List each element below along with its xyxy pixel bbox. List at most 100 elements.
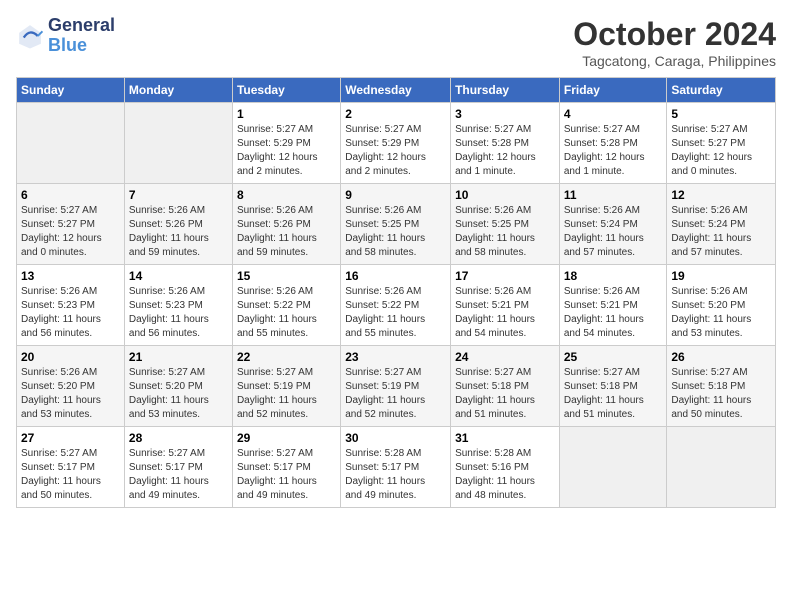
day-detail: Sunrise: 5:27 AMSunset: 5:29 PMDaylight:…: [345, 123, 446, 179]
day-number: 25: [564, 350, 663, 364]
day-number: 27: [21, 431, 120, 445]
day-detail: Sunrise: 5:26 AMSunset: 5:21 PMDaylight:…: [455, 285, 555, 341]
calendar-cell: 12Sunrise: 5:26 AMSunset: 5:24 PMDayligh…: [667, 184, 776, 265]
calendar-cell: 4 Sunrise: 5:27 AMSunset: 5:28 PMDaylight…: [559, 103, 667, 184]
calendar-week-5: 27 Sunrise: 5:27 AMSunset: 5:17 PMDayligh…: [17, 427, 776, 508]
location-subtitle: Tagcatong, Caraga, Philippines: [573, 53, 776, 69]
weekday-header-thursday: Thursday: [451, 78, 560, 103]
calendar-cell: 23 Sunrise: 5:27 AMSunset: 5:19 PMDayligh…: [341, 346, 451, 427]
day-detail: Sunrise: 5:26 AMSunset: 5:21 PMDaylight:…: [564, 285, 663, 341]
day-number: 11: [564, 188, 663, 202]
day-detail: Sunrise: 5:27 AMSunset: 5:29 PMDaylight:…: [237, 123, 336, 179]
day-detail: Sunrise: 5:27 AMSunset: 5:28 PMDaylight:…: [455, 123, 555, 179]
day-number: 16: [345, 269, 446, 283]
calendar-cell: 2 Sunrise: 5:27 AMSunset: 5:29 PMDaylight…: [341, 103, 451, 184]
weekday-header-row: SundayMondayTuesdayWednesdayThursdayFrid…: [17, 78, 776, 103]
day-number: 26: [671, 350, 771, 364]
day-detail: Sunrise: 5:27 AMSunset: 5:17 PMDaylight:…: [129, 447, 228, 503]
day-number: 13: [21, 269, 120, 283]
day-detail: Sunrise: 5:26 AMSunset: 5:24 PMDaylight:…: [671, 204, 771, 260]
calendar-cell: 28 Sunrise: 5:27 AMSunset: 5:17 PMDayligh…: [124, 427, 232, 508]
weekday-header-wednesday: Wednesday: [341, 78, 451, 103]
calendar-body: 1Sunrise: 5:27 AMSunset: 5:29 PMDaylight…: [17, 103, 776, 508]
day-number: 20: [21, 350, 120, 364]
title-block: October 2024 Tagcatong, Caraga, Philippi…: [573, 16, 776, 69]
day-detail: Sunrise: 5:27 AMSunset: 5:18 PMDaylight:…: [671, 366, 771, 422]
day-number: 22: [237, 350, 336, 364]
logo-line2: Blue: [48, 36, 115, 56]
day-detail: Sunrise: 5:28 AMSunset: 5:16 PMDaylight:…: [455, 447, 555, 503]
calendar-cell: 7 Sunrise: 5:26 AMSunset: 5:26 PMDaylight…: [124, 184, 232, 265]
calendar-week-4: 20 Sunrise: 5:26 AMSunset: 5:20 PMDayligh…: [17, 346, 776, 427]
day-number: 8: [237, 188, 336, 202]
calendar-cell: 6 Sunrise: 5:27 AMSunset: 5:27 PMDaylight…: [17, 184, 125, 265]
day-detail: Sunrise: 5:26 AMSunset: 5:23 PMDaylight:…: [129, 285, 228, 341]
calendar-cell: 27 Sunrise: 5:27 AMSunset: 5:17 PMDayligh…: [17, 427, 125, 508]
calendar-week-1: 1Sunrise: 5:27 AMSunset: 5:29 PMDaylight…: [17, 103, 776, 184]
day-detail: Sunrise: 5:27 AMSunset: 5:17 PMDaylight:…: [237, 447, 336, 503]
day-detail: Sunrise: 5:27 AMSunset: 5:28 PMDaylight:…: [564, 123, 663, 179]
day-detail: Sunrise: 5:27 AMSunset: 5:17 PMDaylight:…: [21, 447, 120, 503]
page-header: General Blue October 2024 Tagcatong, Car…: [16, 16, 776, 69]
calendar-cell: 24Sunrise: 5:27 AMSunset: 5:18 PMDayligh…: [451, 346, 560, 427]
calendar-cell: 13Sunrise: 5:26 AMSunset: 5:23 PMDayligh…: [17, 265, 125, 346]
day-detail: Sunrise: 5:26 AMSunset: 5:24 PMDaylight:…: [564, 204, 663, 260]
calendar-cell: [124, 103, 232, 184]
day-detail: Sunrise: 5:27 AMSunset: 5:19 PMDaylight:…: [345, 366, 446, 422]
day-detail: Sunrise: 5:27 AMSunset: 5:27 PMDaylight:…: [21, 204, 120, 260]
calendar-cell: 26 Sunrise: 5:27 AMSunset: 5:18 PMDayligh…: [667, 346, 776, 427]
calendar-cell: 5 Sunrise: 5:27 AMSunset: 5:27 PMDaylight…: [667, 103, 776, 184]
day-detail: Sunrise: 5:28 AMSunset: 5:17 PMDaylight:…: [345, 447, 446, 503]
calendar-cell: 31 Sunrise: 5:28 AMSunset: 5:16 PMDayligh…: [451, 427, 560, 508]
day-number: 4: [564, 107, 663, 121]
day-detail: Sunrise: 5:26 AMSunset: 5:25 PMDaylight:…: [345, 204, 446, 260]
logo-line1: General: [48, 16, 115, 36]
calendar-cell: 14 Sunrise: 5:26 AMSunset: 5:23 PMDayligh…: [124, 265, 232, 346]
calendar-cell: 25Sunrise: 5:27 AMSunset: 5:18 PMDayligh…: [559, 346, 667, 427]
day-number: 23: [345, 350, 446, 364]
day-number: 6: [21, 188, 120, 202]
day-number: 2: [345, 107, 446, 121]
calendar-cell: 21Sunrise: 5:27 AMSunset: 5:20 PMDayligh…: [124, 346, 232, 427]
logo-icon: [16, 22, 44, 50]
calendar-cell: [559, 427, 667, 508]
weekday-header-sunday: Sunday: [17, 78, 125, 103]
calendar-cell: 16 Sunrise: 5:26 AMSunset: 5:22 PMDayligh…: [341, 265, 451, 346]
calendar-cell: 10 Sunrise: 5:26 AMSunset: 5:25 PMDayligh…: [451, 184, 560, 265]
day-number: 15: [237, 269, 336, 283]
weekday-header-friday: Friday: [559, 78, 667, 103]
day-detail: Sunrise: 5:26 AMSunset: 5:20 PMDaylight:…: [21, 366, 120, 422]
calendar-cell: 3 Sunrise: 5:27 AMSunset: 5:28 PMDaylight…: [451, 103, 560, 184]
day-number: 31: [455, 431, 555, 445]
logo-text: General Blue: [48, 16, 115, 56]
calendar-cell: 17Sunrise: 5:26 AMSunset: 5:21 PMDayligh…: [451, 265, 560, 346]
day-detail: Sunrise: 5:27 AMSunset: 5:19 PMDaylight:…: [237, 366, 336, 422]
day-detail: Sunrise: 5:26 AMSunset: 5:25 PMDaylight:…: [455, 204, 555, 260]
day-number: 14: [129, 269, 228, 283]
day-detail: Sunrise: 5:26 AMSunset: 5:22 PMDaylight:…: [237, 285, 336, 341]
day-detail: Sunrise: 5:26 AMSunset: 5:26 PMDaylight:…: [129, 204, 228, 260]
day-number: 28: [129, 431, 228, 445]
day-detail: Sunrise: 5:26 AMSunset: 5:22 PMDaylight:…: [345, 285, 446, 341]
day-number: 10: [455, 188, 555, 202]
calendar-week-3: 13 Sunrise: 5:26 AMSunset: 5:23 PMDayligh…: [17, 265, 776, 346]
day-detail: Sunrise: 5:26 AMSunset: 5:26 PMDaylight:…: [237, 204, 336, 260]
day-number: 5: [671, 107, 771, 121]
calendar-cell: [667, 427, 776, 508]
calendar-cell: 8 Sunrise: 5:26 AMSunset: 5:26 PMDaylight…: [232, 184, 340, 265]
calendar-week-2: 6 Sunrise: 5:27 AMSunset: 5:27 PMDaylight…: [17, 184, 776, 265]
day-number: 9: [345, 188, 446, 202]
day-detail: Sunrise: 5:26 AMSunset: 5:20 PMDaylight:…: [671, 285, 771, 341]
calendar-cell: 30Sunrise: 5:28 AMSunset: 5:17 PMDayligh…: [341, 427, 451, 508]
day-number: 3: [455, 107, 555, 121]
weekday-header-tuesday: Tuesday: [232, 78, 340, 103]
day-number: 24: [455, 350, 555, 364]
calendar-cell: [17, 103, 125, 184]
calendar-table: SundayMondayTuesdayWednesdayThursdayFrid…: [16, 77, 776, 508]
day-number: 7: [129, 188, 228, 202]
calendar-cell: 29Sunrise: 5:27 AMSunset: 5:17 PMDayligh…: [232, 427, 340, 508]
day-detail: Sunrise: 5:27 AMSunset: 5:27 PMDaylight:…: [671, 123, 771, 179]
calendar-cell: 20 Sunrise: 5:26 AMSunset: 5:20 PMDayligh…: [17, 346, 125, 427]
day-number: 21: [129, 350, 228, 364]
calendar-cell: 15 Sunrise: 5:26 AMSunset: 5:22 PMDayligh…: [232, 265, 340, 346]
